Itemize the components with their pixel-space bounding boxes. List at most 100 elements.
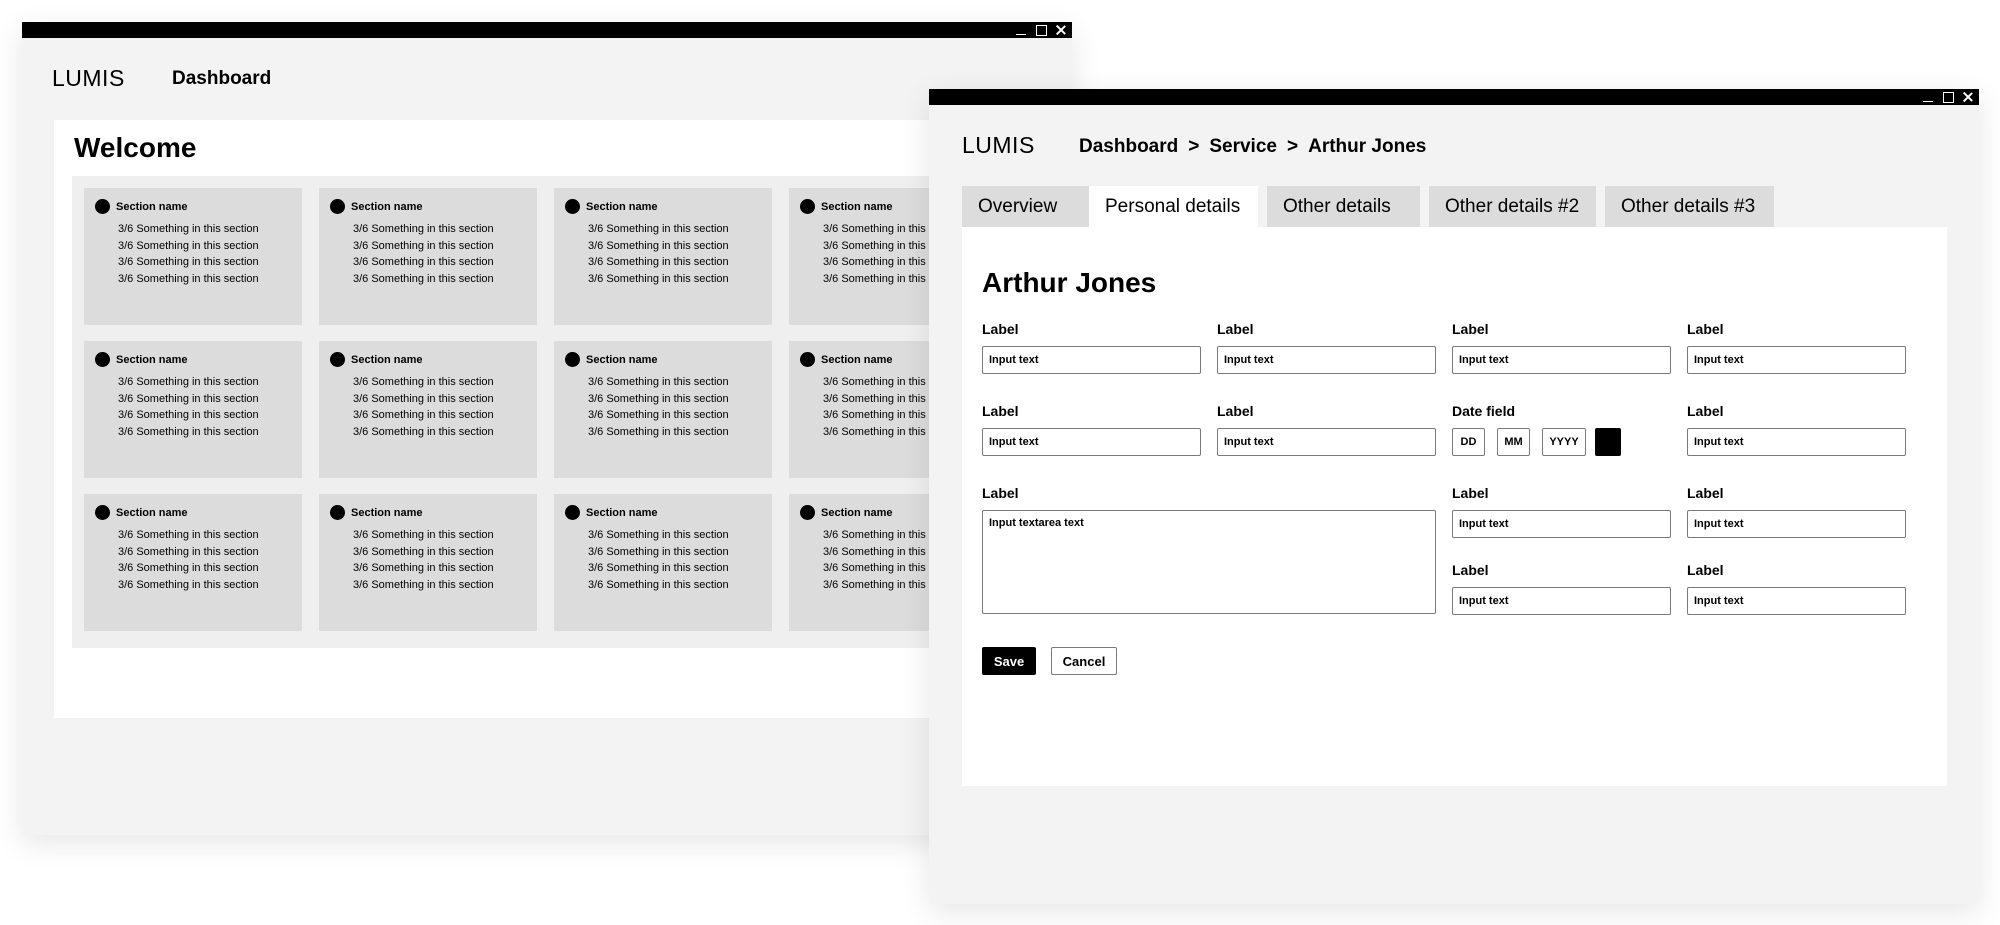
section-card-lines: 3/6 Something in this section 3/6 Somethi… — [118, 527, 259, 593]
section-card[interactable]: Section name 3/6 Something in this sectio… — [84, 341, 302, 478]
circle-icon — [95, 505, 110, 520]
section-line: 3/6 Something in this section — [353, 223, 494, 235]
breadcrumb-separator: > — [1188, 136, 1200, 157]
section-card[interactable]: Section name 3/6 Something in this sectio… — [319, 188, 537, 325]
text-input[interactable] — [1687, 587, 1906, 615]
field-label: Label — [982, 321, 1019, 337]
section-card-header: Section name — [330, 505, 423, 520]
dashboard-window: LUMIS Dashboard Welcome Section name 3/6 … — [22, 22, 1072, 835]
section-grid: Section name 3/6 Something in this sectio… — [72, 176, 1072, 648]
text-input[interactable] — [1452, 510, 1671, 538]
section-line: 3/6 Something in this section — [118, 223, 259, 235]
text-input[interactable] — [1217, 346, 1436, 374]
circle-icon — [330, 505, 345, 520]
maximize-icon[interactable] — [1034, 23, 1048, 37]
date-year-input[interactable] — [1542, 428, 1586, 456]
section-card-title: Section name — [821, 200, 893, 213]
dashboard-panel: Welcome Section name 3/6 Something in thi… — [54, 120, 1072, 718]
save-button[interactable]: Save — [982, 647, 1036, 675]
section-card-lines: 3/6 Something in this section 3/6 Somethi… — [118, 221, 259, 287]
text-input[interactable] — [982, 346, 1201, 374]
section-card-header: Section name — [95, 199, 188, 214]
text-input[interactable] — [982, 428, 1201, 456]
section-line: 3/6 Something in this section — [588, 425, 729, 438]
section-card[interactable]: Section name 3/6 Something in this sectio… — [554, 341, 772, 478]
section-card-header: Section name — [95, 505, 188, 520]
section-line: 3/6 Something in this section — [353, 562, 494, 574]
section-card[interactable]: Section name 3/6 Something in this sectio… — [319, 494, 537, 631]
field-label: Label — [1452, 562, 1489, 578]
breadcrumb-item-current: Arthur Jones — [1308, 136, 1427, 157]
text-input[interactable] — [1217, 428, 1436, 456]
close-icon[interactable] — [1961, 90, 1975, 104]
section-card-header: Section name — [95, 352, 188, 367]
cancel-button[interactable]: Cancel — [1051, 647, 1117, 675]
section-line: 3/6 Something in this section — [118, 578, 259, 591]
section-line: 3/6 Something in this section — [588, 392, 729, 405]
section-line: 3/6 Something in this section — [118, 545, 259, 558]
section-card[interactable]: Section name 3/6 Something in this sectio… — [84, 188, 302, 325]
section-card[interactable]: Section name 3/6 Something in this sectio… — [554, 188, 772, 325]
titlebar[interactable] — [22, 22, 1072, 38]
section-line: 3/6 Something in this section — [118, 562, 259, 574]
section-card-lines: 3/6 Something in this section 3/6 Somethi… — [353, 374, 494, 440]
text-input[interactable] — [1687, 510, 1906, 538]
field-label: Label — [1452, 485, 1489, 501]
section-line: 3/6 Something in this section — [588, 272, 729, 285]
section-line: 3/6 Something in this section — [118, 239, 259, 252]
logo[interactable]: LUMIS — [962, 132, 1035, 159]
breadcrumb-item-dashboard[interactable]: Dashboard — [1079, 136, 1178, 158]
section-card[interactable]: Section name 3/6 Something in this sectio… — [554, 494, 772, 631]
section-card-lines: 3/6 Something in this section 3/6 Somethi… — [588, 221, 729, 287]
nav-title[interactable]: Dashboard — [172, 68, 271, 90]
section-line: 3/6 Something in this section — [353, 376, 494, 388]
section-card-header: Section name — [565, 199, 658, 214]
text-input[interactable] — [1687, 428, 1906, 456]
section-line: 3/6 Something in this section — [118, 392, 259, 405]
tab-other-details[interactable]: Other details — [1267, 186, 1420, 227]
textarea-input[interactable]: Input textarea text — [982, 510, 1436, 614]
tab-overview[interactable]: Overview — [962, 186, 1089, 227]
titlebar[interactable] — [929, 89, 1979, 105]
section-line: 3/6 Something in this section — [588, 545, 729, 558]
breadcrumb-item-service[interactable]: Service — [1209, 136, 1277, 158]
section-line: 3/6 Something in this section — [118, 409, 259, 421]
section-card-title: Section name — [586, 353, 658, 366]
tab-other-details-3[interactable]: Other details #3 — [1605, 186, 1774, 227]
field-label: Label — [1452, 321, 1489, 337]
maximize-icon[interactable] — [1941, 90, 1955, 104]
date-month-input[interactable] — [1497, 428, 1530, 456]
section-line: 3/6 Something in this section — [118, 425, 259, 438]
section-card-lines: 3/6 Something in this section 3/6 Somethi… — [588, 527, 729, 593]
circle-icon — [800, 505, 815, 520]
section-line: 3/6 Something in this section — [353, 545, 494, 558]
circle-icon — [800, 352, 815, 367]
section-card-header: Section name — [330, 199, 423, 214]
section-line: 3/6 Something in this section — [588, 578, 729, 591]
text-input[interactable] — [1687, 346, 1906, 374]
date-day-input[interactable] — [1452, 428, 1485, 456]
section-card-title: Section name — [586, 200, 658, 213]
minimize-icon[interactable] — [1014, 23, 1028, 37]
calendar-icon[interactable] — [1595, 428, 1621, 456]
section-line: 3/6 Something in this section — [118, 529, 259, 541]
logo[interactable]: LUMIS — [52, 65, 125, 92]
breadcrumb-separator: > — [1286, 136, 1299, 157]
text-input[interactable] — [1452, 346, 1671, 374]
section-card-lines: 3/6 Something in this section 3/6 Somethi… — [353, 527, 494, 593]
text-input[interactable] — [1452, 587, 1671, 615]
field-label: Label — [1687, 403, 1724, 419]
section-line: 3/6 Something in this section — [353, 272, 494, 285]
minimize-icon[interactable] — [1921, 90, 1935, 104]
field-label: Label — [1687, 485, 1724, 501]
section-line: 3/6 Something in this section — [353, 425, 494, 438]
tab-personal-details[interactable]: Personal details — [1089, 186, 1258, 227]
section-line: 3/6 Something in this section — [588, 223, 729, 235]
circle-icon — [330, 199, 345, 214]
close-icon[interactable] — [1054, 23, 1068, 37]
tab-other-details-2[interactable]: Other details #2 — [1429, 186, 1596, 227]
section-card[interactable]: Section name 3/6 Something in this sectio… — [84, 494, 302, 631]
circle-icon — [565, 505, 580, 520]
section-card-header: Section name — [565, 352, 658, 367]
section-card[interactable]: Section name 3/6 Something in this sectio… — [319, 341, 537, 478]
